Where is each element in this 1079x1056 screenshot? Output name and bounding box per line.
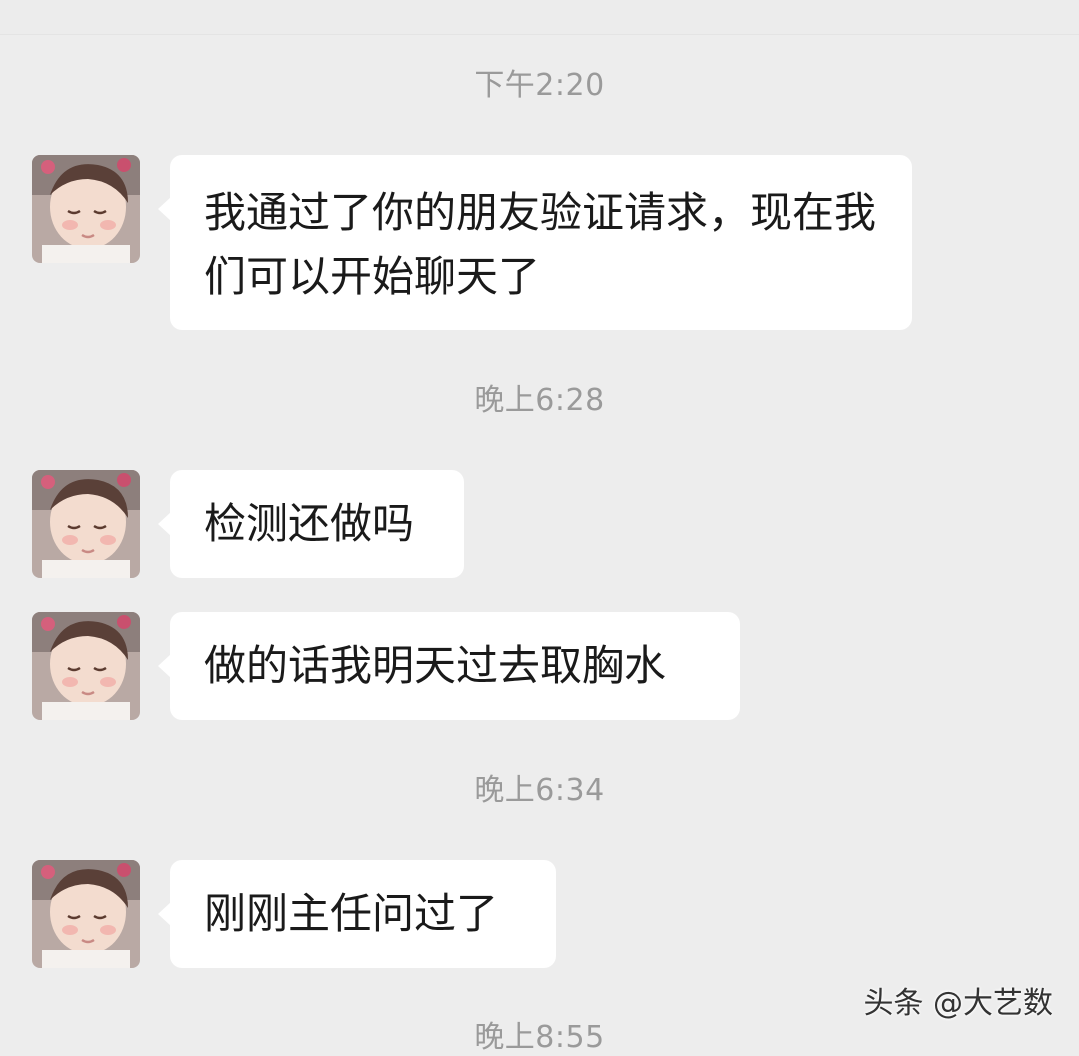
message-bubble[interactable]: 检测还做吗 [158, 470, 464, 578]
timestamp: 下午2:20 [474, 68, 605, 103]
timestamp: 晚上6:28 [474, 383, 605, 418]
timestamp: 晚上8:55 [474, 1020, 605, 1055]
message-bubble[interactable]: 我通过了你的朋友验证请求，现在我们可以开始聊天了 [158, 155, 912, 330]
baby-avatar-icon[interactable] [32, 860, 140, 968]
timestamp: 晚上6:34 [474, 773, 605, 808]
watermark: 头条 @大艺数 [863, 986, 1053, 1021]
message-bubble[interactable]: 做的话我明天过去取胸水 [158, 612, 740, 720]
chat-area[interactable]: 下午2:20 我通过了你的朋友验证请求，现在我们可以开始聊天了 晚上6:28 检… [0, 0, 1079, 1055]
baby-avatar-icon[interactable] [32, 470, 140, 578]
baby-avatar-icon[interactable] [32, 155, 140, 263]
message-bubble[interactable]: 刚刚主任问过了 [158, 860, 556, 968]
baby-avatar-icon[interactable] [32, 612, 140, 720]
